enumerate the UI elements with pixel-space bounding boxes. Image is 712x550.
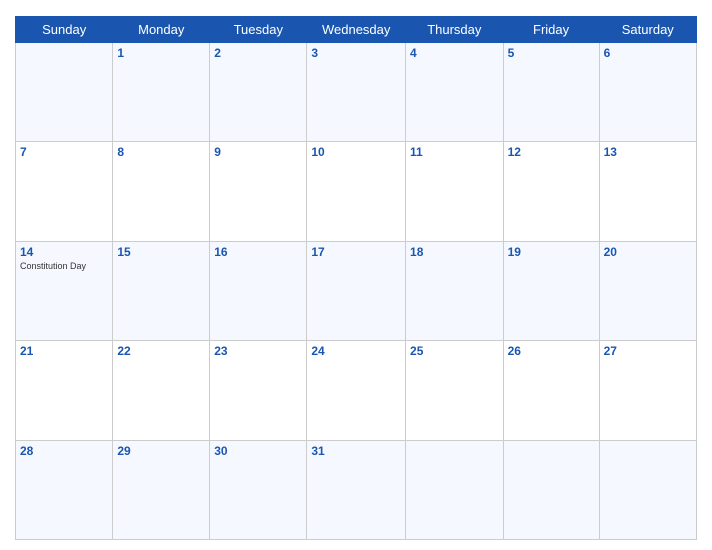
day-number: 21 — [20, 344, 108, 358]
day-number: 13 — [604, 145, 692, 159]
holiday-label: Constitution Day — [20, 261, 108, 271]
day-cell: 28 — [16, 440, 113, 539]
day-cell: 16 — [210, 241, 307, 340]
day-cell: 30 — [210, 440, 307, 539]
day-number: 5 — [508, 46, 595, 60]
day-cell: 25 — [406, 341, 504, 440]
day-cell — [599, 440, 696, 539]
day-cell: 5 — [503, 43, 599, 142]
week-row-1: 123456 — [16, 43, 697, 142]
day-cell: 13 — [599, 142, 696, 241]
day-number: 29 — [117, 444, 205, 458]
day-cell: 1 — [113, 43, 210, 142]
day-number: 25 — [410, 344, 499, 358]
day-cell: 8 — [113, 142, 210, 241]
day-cell: 27 — [599, 341, 696, 440]
day-header-thursday: Thursday — [406, 17, 504, 43]
day-number: 15 — [117, 245, 205, 259]
day-cell: 12 — [503, 142, 599, 241]
day-cell: 9 — [210, 142, 307, 241]
day-header-sunday: Sunday — [16, 17, 113, 43]
day-cell: 15 — [113, 241, 210, 340]
calendar-table: SundayMondayTuesdayWednesdayThursdayFrid… — [15, 16, 697, 540]
week-row-4: 21 22 23 24 25 26 27 — [16, 341, 697, 440]
day-header-wednesday: Wednesday — [307, 17, 406, 43]
day-number: 17 — [311, 245, 401, 259]
day-cell: 23 — [210, 341, 307, 440]
days-header-row: SundayMondayTuesdayWednesdayThursdayFrid… — [16, 17, 697, 43]
day-header-monday: Monday — [113, 17, 210, 43]
day-number: 28 — [20, 444, 108, 458]
day-cell: 14 Constitution Day — [16, 241, 113, 340]
day-cell: 19 — [503, 241, 599, 340]
day-number: 8 — [117, 145, 205, 159]
day-number: 18 — [410, 245, 499, 259]
day-cell: 20 — [599, 241, 696, 340]
day-number: 20 — [604, 245, 692, 259]
day-number: 19 — [508, 245, 595, 259]
day-number: 6 — [604, 46, 692, 60]
day-header-saturday: Saturday — [599, 17, 696, 43]
day-number: 9 — [214, 145, 302, 159]
day-cell: 4 — [406, 43, 504, 142]
day-number: 26 — [508, 344, 595, 358]
day-number: 27 — [604, 344, 692, 358]
day-cell — [503, 440, 599, 539]
day-header-tuesday: Tuesday — [210, 17, 307, 43]
day-number: 3 — [311, 46, 401, 60]
day-number: 7 — [20, 145, 108, 159]
day-number: 10 — [311, 145, 401, 159]
day-number: 1 — [117, 46, 205, 60]
day-number: 22 — [117, 344, 205, 358]
day-number: 30 — [214, 444, 302, 458]
day-cell: 11 — [406, 142, 504, 241]
day-number: 16 — [214, 245, 302, 259]
day-number: 14 — [20, 245, 108, 259]
calendar-wrapper: SundayMondayTuesdayWednesdayThursdayFrid… — [0, 0, 712, 550]
day-cell: 31 — [307, 440, 406, 539]
day-cell: 26 — [503, 341, 599, 440]
day-cell: 22 — [113, 341, 210, 440]
day-cell: 18 — [406, 241, 504, 340]
day-number: 31 — [311, 444, 401, 458]
day-number: 2 — [214, 46, 302, 60]
day-cell: 3 — [307, 43, 406, 142]
day-cell: 17 — [307, 241, 406, 340]
day-number: 12 — [508, 145, 595, 159]
day-number: 4 — [410, 46, 499, 60]
week-row-3: 14 Constitution Day 15 16 17 18 19 20 — [16, 241, 697, 340]
day-cell: 21 — [16, 341, 113, 440]
day-header-friday: Friday — [503, 17, 599, 43]
day-cell — [16, 43, 113, 142]
week-row-2: 789 10 11 12 13 — [16, 142, 697, 241]
week-row-5: 28 29 30 31 — [16, 440, 697, 539]
day-cell: 29 — [113, 440, 210, 539]
day-cell: 7 — [16, 142, 113, 241]
day-cell: 10 — [307, 142, 406, 241]
day-number: 23 — [214, 344, 302, 358]
day-cell: 24 — [307, 341, 406, 440]
day-number: 11 — [410, 145, 499, 159]
day-cell: 2 — [210, 43, 307, 142]
day-cell — [406, 440, 504, 539]
day-cell: 6 — [599, 43, 696, 142]
day-number: 24 — [311, 344, 401, 358]
